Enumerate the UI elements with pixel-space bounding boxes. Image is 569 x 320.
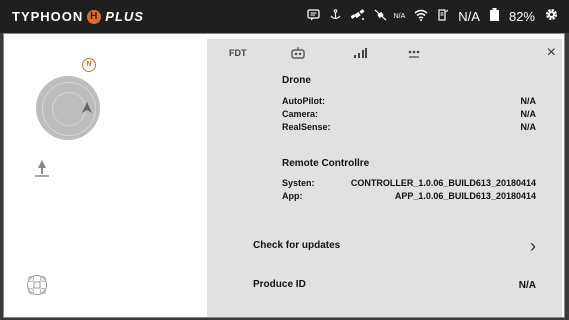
brand-logo: TYPHOON H PLUS: [12, 9, 144, 24]
camera-value: N/A: [520, 109, 537, 119]
home-point-icon[interactable]: [34, 159, 50, 179]
drone-section-title: Drone: [282, 75, 311, 86]
app-version: APP_1.0.06_BUILD613_20180414: [394, 191, 536, 201]
battery-icon: [489, 8, 500, 24]
north-indicator-icon: N: [82, 58, 96, 72]
tab-more-icon[interactable]: [407, 47, 421, 62]
satellite-signal-icon: [374, 9, 388, 24]
main-frame: N FDT × Drone AutoPilot: N/A Camera: N/A…: [3, 33, 565, 318]
tab-signal-icon[interactable]: [353, 47, 367, 62]
realsense-label: RealSense:: [282, 122, 331, 132]
message-icon[interactable]: [306, 8, 320, 24]
camera-label: Camera:: [282, 109, 319, 119]
remote-section-title: Remote Controllre: [282, 158, 370, 169]
close-button[interactable]: ×: [547, 44, 556, 62]
top-status-bar: TYPHOON H PLUS N/A N/A 82%: [0, 0, 569, 33]
produce-id-label: Produce ID: [253, 279, 306, 290]
status-indicators: N/A N/A 82%: [306, 7, 559, 25]
brand-plus: PLUS: [105, 9, 144, 24]
tab-robot-icon[interactable]: [291, 47, 305, 62]
brand-h-badge: H: [87, 9, 102, 24]
drone-icon[interactable]: [26, 274, 48, 296]
chevron-right-icon[interactable]: ›: [530, 236, 536, 257]
anchor-icon: [329, 8, 342, 24]
check-updates-label[interactable]: Check for updates: [253, 240, 340, 251]
realsense-value: N/A: [520, 122, 537, 132]
svg-text:FDT: FDT: [229, 48, 247, 58]
battery-percent: 82%: [508, 8, 535, 24]
drone-heading-icon: [80, 101, 94, 120]
system-label: Systen:: [282, 178, 315, 188]
produce-id-value: N/A: [518, 280, 536, 291]
app-label: App:: [282, 191, 303, 201]
status-value: N/A: [458, 8, 480, 24]
system-info-panel: FDT × Drone AutoPilot: N/A Camera: N/A R…: [207, 39, 562, 317]
satellite-icon: [350, 8, 365, 24]
autopilot-value: N/A: [520, 96, 537, 106]
brand-name: TYPHOON: [12, 9, 84, 24]
tab-ipc[interactable]: FDT: [229, 47, 249, 61]
remote-signal-icon: [437, 8, 449, 24]
system-version: CONTROLLER_1.0.06_BUILD613_20180414: [350, 178, 536, 188]
signal-na-label: N/A: [393, 12, 406, 20]
wifi-icon: [414, 9, 428, 24]
autopilot-label: AutoPilot:: [282, 96, 325, 106]
gear-icon[interactable]: [544, 7, 559, 25]
